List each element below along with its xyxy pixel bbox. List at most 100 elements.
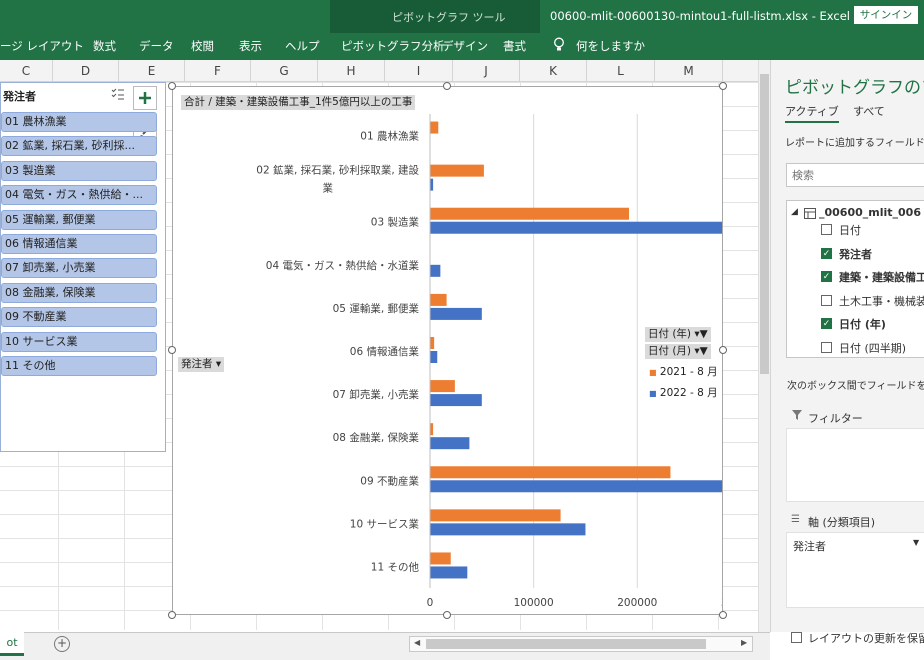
horizontal-scrollbar[interactable]: ◀ ▶ — [409, 636, 753, 652]
tab-formulas[interactable]: 数式 — [93, 38, 116, 54]
resize-handle[interactable] — [168, 82, 176, 90]
field-checkbox[interactable] — [821, 224, 832, 235]
pane-hint: レポートに追加するフィールドを選 — [785, 138, 924, 149]
resize-handle[interactable] — [443, 82, 451, 90]
pivot-chart[interactable]: 合計 / 建築・建築設備工事_1件5億円以上の工事 発注者 ▾ 日付 (年) ▾… — [172, 86, 723, 615]
slicer-item[interactable]: 11 その他 — [1, 356, 157, 376]
field-checkbox[interactable]: ✓ — [821, 318, 832, 329]
axis-area-label: 軸 (分類項目) — [808, 516, 876, 529]
resize-handle[interactable] — [168, 346, 176, 354]
slicer-item[interactable]: 02 鉱業, 採石業, 砂利採... — [1, 136, 157, 157]
column-header[interactable]: K — [520, 60, 587, 82]
axis-drop-area[interactable]: 発注者 ▼ — [786, 532, 924, 608]
add-sheet-icon[interactable]: + — [54, 636, 70, 652]
column-header[interactable]: E — [119, 60, 185, 82]
field-label: 土木工事・機械装 — [839, 294, 924, 308]
slicer-item[interactable]: 06 情報通信業 — [1, 234, 157, 254]
axis-area-item[interactable]: 発注者 — [793, 538, 826, 554]
tab-pivotchart-analyze[interactable]: ピボットグラフ分析 — [341, 38, 445, 54]
column-header[interactable]: C — [0, 60, 53, 82]
filter-drop-area[interactable] — [786, 428, 924, 502]
field-search-input[interactable] — [786, 163, 924, 187]
scroll-thumb[interactable] — [426, 639, 706, 649]
tell-me-search[interactable]: 何をしますか — [576, 38, 645, 54]
tab-data[interactable]: データ — [139, 38, 174, 54]
resize-handle[interactable] — [719, 611, 727, 619]
category-label: 03 製造業 — [371, 216, 420, 229]
dropdown-icon[interactable]: ▼ — [913, 538, 919, 547]
defer-update-label: レイアウトの更新を保留す — [808, 632, 924, 645]
resize-handle[interactable] — [443, 611, 451, 619]
add-slicer-button[interactable] — [133, 86, 157, 110]
bar — [430, 523, 586, 536]
column-header[interactable]: I — [385, 60, 453, 82]
x-tick-label: 300000 — [721, 597, 722, 609]
slicer-item[interactable]: 01 農林漁業 — [1, 112, 157, 132]
filter-area-icon — [792, 410, 802, 423]
category-label: 10 サービス業 — [350, 517, 420, 530]
field-label: 発注者 — [839, 247, 872, 261]
column-header[interactable]: M — [655, 60, 723, 82]
bar — [430, 221, 722, 234]
field-checkbox[interactable] — [821, 341, 832, 353]
slicer-panel[interactable]: 発注者 01 農林漁業 02 鉱業, 採石業, 砂利採... 03 製造業 04 電気… — [0, 82, 166, 452]
column-header[interactable]: F — [185, 60, 251, 82]
defer-update-checkbox[interactable] — [791, 632, 802, 643]
slicer-item[interactable]: 04 電気・ガス・熱供給・... — [1, 185, 157, 206]
field-checkbox[interactable]: ✓ — [821, 247, 832, 259]
x-tick-label: 100000 — [514, 597, 554, 609]
tab-view[interactable]: 表示 — [239, 38, 262, 54]
column-header[interactable]: G — [251, 60, 318, 82]
collapse-icon[interactable]: ◢ — [791, 207, 798, 217]
category-label-line: 業 — [323, 182, 334, 195]
bar — [430, 207, 629, 220]
plus-icon — [139, 92, 151, 104]
column-header[interactable]: L — [587, 60, 655, 82]
slicer-item[interactable]: 08 金融業, 保険業 — [1, 282, 157, 303]
scroll-left-icon[interactable]: ◀ — [414, 638, 420, 647]
slicer-item[interactable]: 09 不動産業 — [1, 307, 157, 328]
bar — [430, 337, 435, 349]
bar — [430, 293, 447, 306]
signin-button[interactable]: サインイン — [854, 6, 918, 24]
field-checkbox[interactable] — [821, 294, 832, 306]
category-label: 07 卸売業, 小売業 — [333, 388, 420, 401]
table-name: _00600_mlit_006 — [819, 206, 921, 219]
resize-handle[interactable] — [719, 346, 727, 354]
category-label: 02 鉱業, 採石業, 砂利採取業, 建設業 — [256, 164, 419, 195]
category-label: 09 不動産業 — [360, 474, 419, 487]
tab-active[interactable]: アクティブ — [785, 103, 839, 123]
bar — [430, 264, 441, 277]
column-header[interactable]: J — [453, 60, 520, 82]
category-label: 01 農林漁業 — [360, 130, 419, 143]
column-header[interactable]: H — [318, 60, 385, 82]
tab-review[interactable]: 校閲 — [191, 38, 214, 54]
sheet-tab[interactable]: ot — [0, 632, 24, 656]
bar — [430, 566, 468, 579]
vertical-scrollbar[interactable] — [758, 60, 770, 632]
window-title: 00600-mlit-00600130-mintou1-full-listm.x… — [550, 9, 850, 23]
field-label: 建築・建築設備工 — [839, 271, 924, 284]
bar — [430, 394, 482, 407]
field-list[interactable]: ◢ _00600_mlit_006 日付 ✓ 発注者 ✓ 建築・建築設備工 土木工事・機械… — [786, 200, 924, 358]
column-header[interactable]: D — [53, 60, 119, 82]
slicer-item[interactable]: 10 サービス業 — [1, 331, 157, 352]
tab-help[interactable]: ヘルプ — [285, 38, 320, 54]
resize-handle[interactable] — [168, 611, 176, 619]
scroll-right-icon[interactable]: ▶ — [741, 638, 747, 647]
scroll-thumb[interactable] — [760, 74, 769, 374]
bar-plot: 010000020000030000040000001 農林漁業02 鉱業, 採… — [256, 114, 722, 609]
multi-select-icon[interactable] — [111, 87, 125, 104]
resize-handle[interactable] — [719, 82, 727, 90]
category-label: 06 情報通信業 — [350, 345, 420, 358]
slicer-item[interactable]: 05 運輸業, 郵便業 — [1, 209, 157, 230]
tab-design[interactable]: デザイン — [442, 38, 488, 54]
tab-all[interactable]: すべて — [853, 103, 885, 119]
slicer-item[interactable]: 07 卸売業, 小売業 — [1, 258, 157, 279]
tab-page-layout[interactable]: ージ レイアウト — [0, 38, 84, 54]
bar — [430, 307, 482, 320]
context-title: ピボットグラフ ツール — [392, 11, 506, 24]
tab-format[interactable]: 書式 — [503, 38, 526, 54]
slicer-item[interactable]: 03 製造業 — [1, 160, 157, 181]
field-checkbox[interactable]: ✓ — [821, 271, 832, 282]
